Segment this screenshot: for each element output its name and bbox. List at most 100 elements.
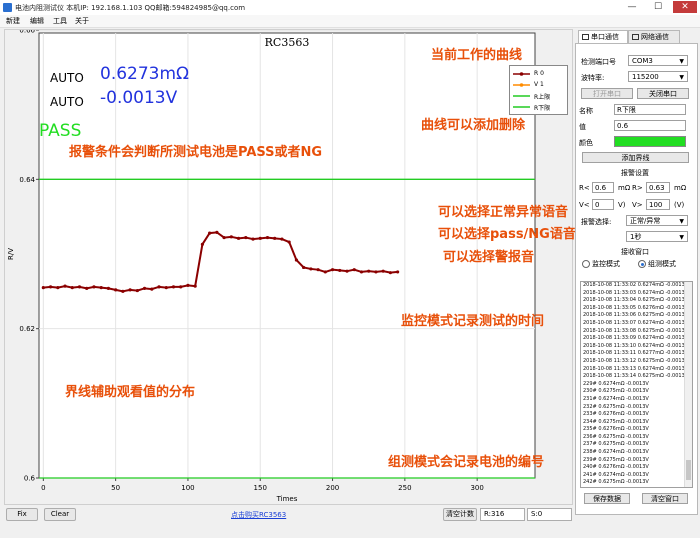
network-icon xyxy=(632,34,639,40)
annotation-limit-lines: 界线辅助观看值的分布 xyxy=(65,385,196,400)
series-r0-point xyxy=(208,231,212,235)
tab-serial[interactable]: 串口通信 xyxy=(578,30,628,43)
baud-label: 波特率: xyxy=(581,74,605,82)
log-line: 2018-10-08 11:33:08 0.6275mΩ -0.0013V xyxy=(583,327,689,334)
series-r0-point xyxy=(381,269,385,273)
app-icon xyxy=(3,3,12,12)
chart-title: RC3563 xyxy=(265,36,310,49)
close-port-button[interactable]: 关闭串口 xyxy=(637,88,689,99)
series-r0-point xyxy=(294,258,298,262)
title-bar: 电池内阻测试仪 本机IP: 192.168.1.103 QQ邮箱:5948249… xyxy=(0,0,700,16)
port-select[interactable]: COM3 ▼ xyxy=(628,55,688,66)
menu-tools[interactable]: 工具 xyxy=(53,16,67,26)
v-lower-input[interactable]: 0 xyxy=(592,199,614,210)
y-tick-label: 0.66 xyxy=(19,30,35,35)
v-lower-label: V< xyxy=(579,201,590,209)
log-line: 242# 0.6275mΩ -0.0013V xyxy=(583,479,649,486)
r-upper-input[interactable]: 0.63 xyxy=(646,182,670,193)
series-r0-point xyxy=(215,230,219,234)
annotation-group-mode: 组测模式会记录电池的编号 xyxy=(388,455,545,470)
tab-network-label: 网络通信 xyxy=(641,33,669,41)
y-axis-label: R/V xyxy=(7,248,15,260)
serial-tab-panel: 检测端口号 COM3 ▼ 波特率: 115200 ▼ 打开串口 关闭串口 名称 R下… xyxy=(575,43,698,515)
serial-port-icon xyxy=(582,34,589,40)
series-r0-point xyxy=(135,288,139,293)
close-button[interactable]: ✕ xyxy=(673,1,697,13)
voltage-readout: -0.0013V xyxy=(100,88,178,108)
v-upper-label: V> xyxy=(632,201,643,209)
log-line: 229# 0.6274mΩ -0.0013V xyxy=(583,380,649,387)
auto-label-v: AUTO xyxy=(50,95,84,109)
series-r0-point xyxy=(236,236,241,240)
monitor-mode-radio[interactable] xyxy=(582,260,590,268)
series-r0-point xyxy=(56,286,60,290)
x-tick-label: 150 xyxy=(254,484,267,492)
annotation-voice-normal: 可以选择正常异常语音 xyxy=(438,205,569,220)
log-line: 235# 0.6276mΩ -0.0013V xyxy=(583,426,649,433)
tab-network[interactable]: 网络通信 xyxy=(628,30,680,43)
save-data-button[interactable]: 保存数据 xyxy=(584,493,630,504)
chart-legend: R 0 V 1 R上限 R下限 xyxy=(509,65,568,115)
line-value-label: 值 xyxy=(579,123,586,131)
y-tick-label: 0.62 xyxy=(19,325,35,333)
menu-about[interactable]: 关于 xyxy=(75,16,89,26)
maximize-button[interactable]: ☐ xyxy=(646,1,670,13)
log-line: 2018-10-08 11:33:10 0.6274mΩ -0.0013V xyxy=(583,342,689,349)
log-scrollbar-thumb[interactable] xyxy=(686,460,691,480)
baud-select[interactable]: 115200 ▼ xyxy=(628,71,688,82)
group-mode-radio[interactable] xyxy=(638,260,646,268)
line-color-swatch[interactable] xyxy=(614,136,686,147)
series-r0-point xyxy=(77,285,82,289)
chevron-down-icon: ▼ xyxy=(679,234,684,241)
line-name-input[interactable]: R下限 xyxy=(614,104,686,115)
log-line: 238# 0.6274mΩ -0.0013V xyxy=(583,449,649,456)
line-value-input[interactable]: 0.6 xyxy=(614,120,686,131)
clear-window-button[interactable]: 清空窗口 xyxy=(642,493,688,504)
clear-button[interactable]: Clear xyxy=(44,508,76,521)
minimize-button[interactable]: — xyxy=(620,1,644,13)
plot-frame: RC3563 0 50 100 150 200 250 300 0.6 0.62 0.64 0.66 T… xyxy=(4,29,576,505)
r-upper-unit: mΩ xyxy=(674,184,687,192)
legend-label-lower: R下限 xyxy=(534,105,551,112)
add-line-button[interactable]: 添加界线 xyxy=(582,152,689,163)
chevron-down-icon: ▼ xyxy=(679,58,684,65)
log-scrollbar[interactable] xyxy=(684,282,692,487)
resistance-chart[interactable]: RC3563 0 50 100 150 200 250 300 0.6 0.62 0.64 0.66 T… xyxy=(5,30,572,504)
series-r0-point xyxy=(258,236,262,240)
group-mode-label: 组测模式 xyxy=(648,260,676,268)
series-r0-point xyxy=(99,286,103,290)
clear-count-button[interactable]: 清空计数 xyxy=(443,508,477,521)
series-r0-point xyxy=(287,240,291,244)
menu-new[interactable]: 新建 xyxy=(6,16,20,26)
series-r0-point xyxy=(142,286,147,290)
series-r0-point xyxy=(186,283,190,287)
fix-button[interactable]: Fix xyxy=(6,508,38,521)
legend-label-r0: R 0 xyxy=(534,70,544,77)
receive-window-title: 接收窗口 xyxy=(621,248,649,256)
series-r0-point xyxy=(302,265,306,270)
x-tick-label: 100 xyxy=(181,484,194,492)
r-lower-input[interactable]: 0.6 xyxy=(592,182,614,193)
log-line: 2018-10-08 11:33:11 0.6277mΩ -0.0013V xyxy=(583,350,689,357)
log-line: 2018-10-08 11:33:07 0.6274mΩ -0.0013V xyxy=(583,319,689,326)
v-upper-input[interactable]: 100 xyxy=(646,199,670,210)
log-line: 237# 0.6275mΩ -0.0013V xyxy=(583,441,649,448)
r-upper-label: R> xyxy=(632,184,643,192)
buy-link[interactable]: 点击购买RC3563 xyxy=(231,510,286,520)
voice-select[interactable]: 正常/异常 ▼ xyxy=(626,215,688,226)
menu-edit[interactable]: 编辑 xyxy=(30,16,44,26)
series-r0-point xyxy=(164,286,168,290)
series-r0-point xyxy=(280,237,284,241)
log-line: 239# 0.6275mΩ -0.0013V xyxy=(583,456,649,463)
open-port-button[interactable]: 打开串口 xyxy=(581,88,633,99)
log-line: 232# 0.6275mΩ -0.0013V xyxy=(583,403,649,410)
voice-select-value: 正常/异常 xyxy=(630,217,661,225)
receive-log[interactable]: 2018-10-08 11:33:02 0.6274mΩ -0.0013V 201… xyxy=(580,281,693,488)
interval-select[interactable]: 1秒 ▼ xyxy=(626,231,688,242)
log-line: 2018-10-08 11:33:02 0.6274mΩ -0.0013V xyxy=(583,282,689,288)
auto-label-r: AUTO xyxy=(50,71,84,85)
resistance-readout: 0.6273mΩ xyxy=(100,64,190,84)
series-r0-point xyxy=(171,285,176,289)
series-r0-point xyxy=(128,288,132,292)
log-line: 243# 0.6274mΩ -0.0013V xyxy=(581,487,692,488)
